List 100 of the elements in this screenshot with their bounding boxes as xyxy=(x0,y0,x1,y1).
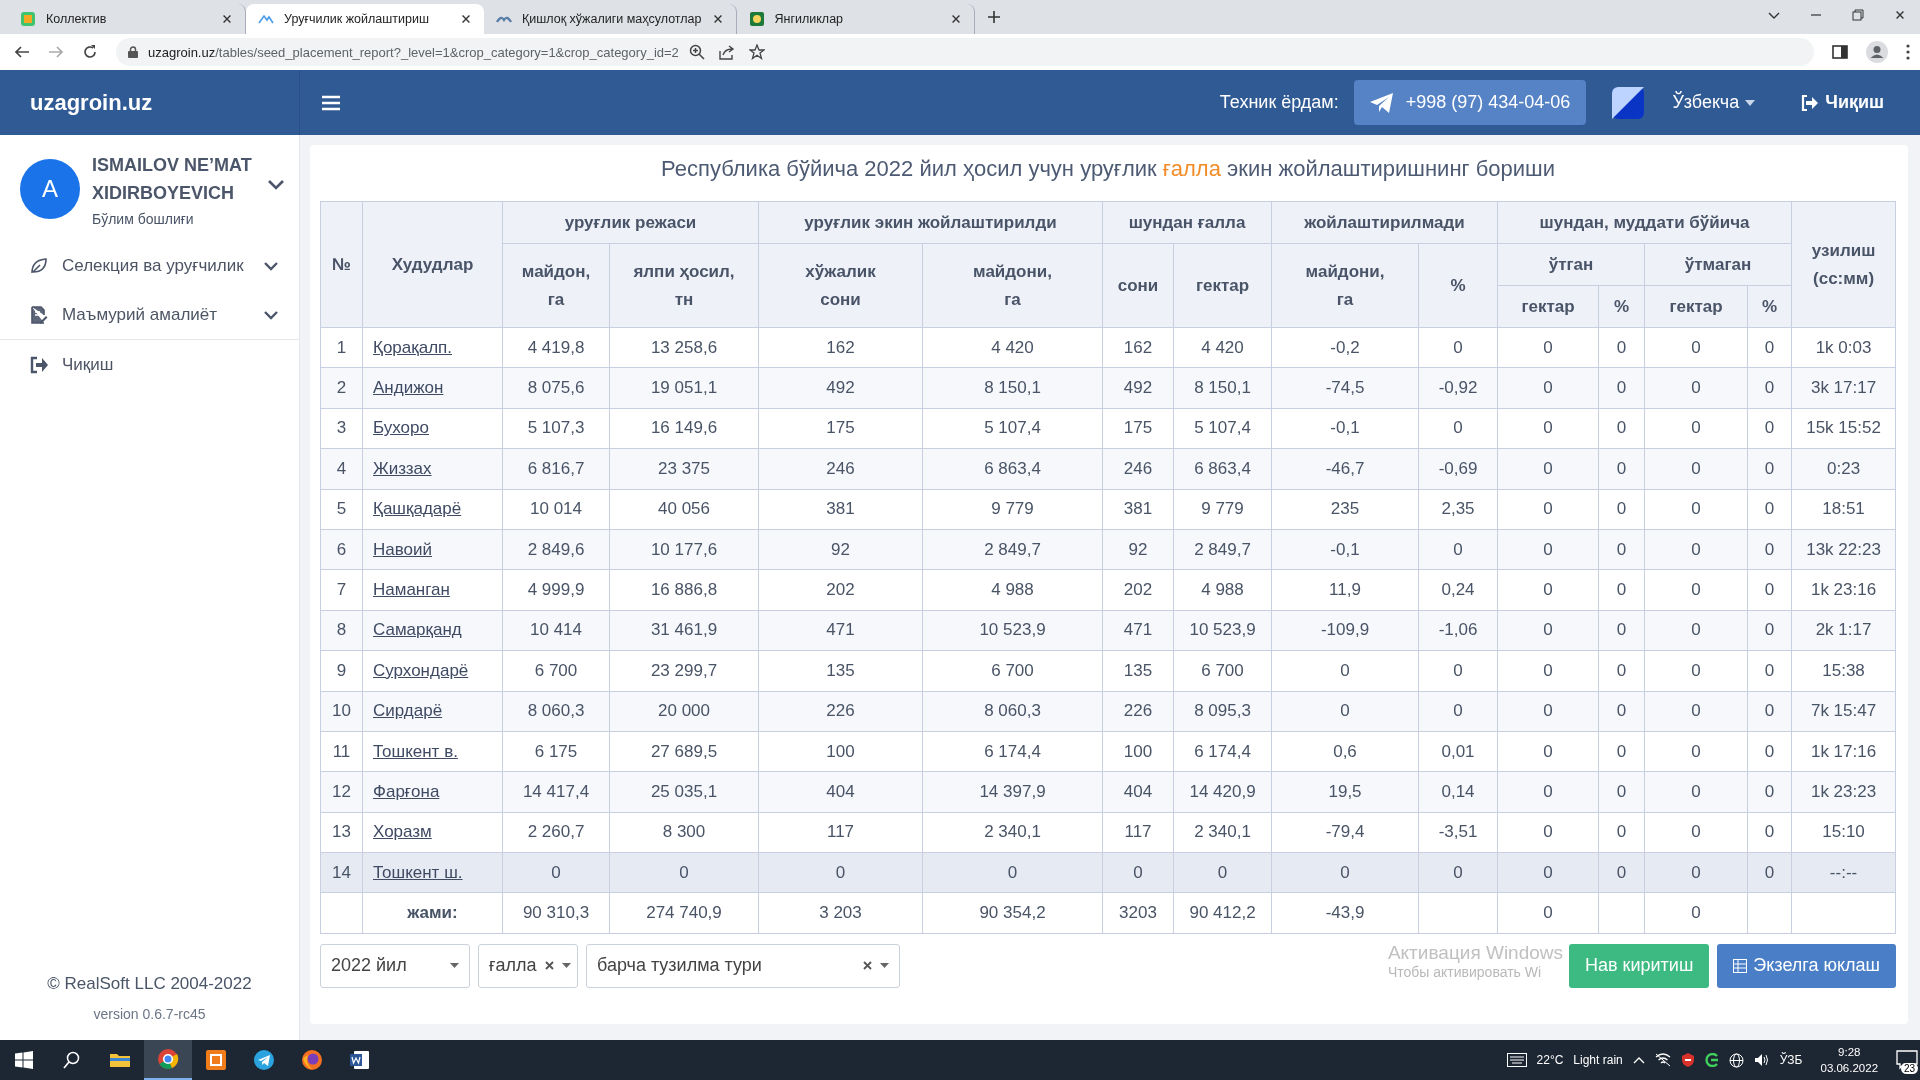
row-number: 12 xyxy=(320,771,363,813)
table-cell: 2k 1:17 xyxy=(1791,610,1896,651)
filter-select[interactable]: 2022 йил xyxy=(320,943,470,988)
copyright-text: © RealSoft LLC 2004-2022 xyxy=(46,974,253,994)
table-cell: -0,1 xyxy=(1271,529,1419,570)
tab-favicon xyxy=(748,11,765,27)
table-cell: 0 xyxy=(1497,812,1599,853)
row-number: 9 xyxy=(320,650,363,691)
clock[interactable]: 9:28 03.06.2022 xyxy=(1820,1044,1879,1076)
support-label: Техник ёрдам: xyxy=(1219,92,1339,113)
table-cell: 117 xyxy=(1102,812,1174,853)
region-link[interactable]: Жиззах xyxy=(373,458,432,478)
table-cell: -43,9 xyxy=(1271,892,1419,934)
temperature-text[interactable]: 22°C xyxy=(1536,1053,1564,1067)
more-icon[interactable] xyxy=(1906,44,1911,60)
table-cell: 492 xyxy=(1102,367,1174,409)
column-header: сони xyxy=(1102,243,1174,328)
sidebar-item[interactable]: Маъмурий амалиёт xyxy=(0,290,299,339)
shield-icon[interactable] xyxy=(1680,1053,1695,1067)
chevron-up-icon[interactable] xyxy=(1632,1056,1645,1064)
table-cell: 226 xyxy=(1102,691,1174,732)
table-cell: 0 xyxy=(1644,367,1748,409)
star-icon[interactable] xyxy=(748,44,765,60)
table-cell: 11,9 xyxy=(1271,569,1419,611)
back-icon[interactable] xyxy=(14,44,30,60)
browser-tab[interactable]: Уруғчилик жойлаштириш xyxy=(246,4,484,34)
globe-icon[interactable] xyxy=(1728,1052,1744,1068)
close-icon[interactable] xyxy=(460,13,472,25)
address-bar[interactable]: uzagroin.uz/tables/seed_placement_report?_level=1&crop_category=1&crop_category_id=2 xyxy=(116,38,1815,66)
input-language[interactable]: ЎЗБ xyxy=(1779,1053,1803,1067)
table-cell: 8 095,3 xyxy=(1173,691,1272,732)
table-cell: --:-- xyxy=(1791,852,1896,893)
table-cell: 4 420 xyxy=(922,327,1103,368)
side-panel-icon[interactable] xyxy=(1832,44,1849,60)
language-selector[interactable]: Ўзбекча xyxy=(1672,92,1756,113)
logout-icon xyxy=(30,355,48,374)
table-cell: 10 414 xyxy=(502,610,610,651)
table-cell: 0 xyxy=(1747,569,1792,611)
table-cell: 0 xyxy=(1497,650,1599,691)
sidebar-item[interactable]: Селекция ва уруғчилик xyxy=(0,241,299,290)
table-cell: 0 xyxy=(1598,408,1645,449)
table-cell: -0,92 xyxy=(1418,367,1498,409)
menu-icon[interactable] xyxy=(322,94,340,111)
table-cell: 0 xyxy=(1497,327,1599,368)
table-cell: 2 340,1 xyxy=(922,812,1103,853)
volume-icon[interactable] xyxy=(1753,1053,1770,1067)
table-cell: 0 xyxy=(1644,852,1748,893)
table-cell: 6 863,4 xyxy=(1173,448,1272,490)
search-icon[interactable] xyxy=(63,1051,81,1069)
row-number: 6 xyxy=(320,529,363,570)
table-cell: 162 xyxy=(1102,327,1174,368)
windows-icon[interactable] xyxy=(15,1051,33,1069)
filter-select[interactable]: ғалла xyxy=(478,943,578,988)
caret-icon xyxy=(880,963,889,969)
table-cell: 20 000 xyxy=(609,691,759,732)
table-cell: 2,35 xyxy=(1418,489,1498,530)
table-cell: 31 461,9 xyxy=(609,610,759,651)
share-icon[interactable] xyxy=(718,44,735,60)
weather-text[interactable]: Light rain xyxy=(1573,1053,1623,1067)
taskbar-word-icon[interactable] xyxy=(349,1049,371,1071)
taskbar-browser-icon[interactable] xyxy=(157,1048,179,1070)
table-cell: 40 056 xyxy=(609,489,759,530)
profile-icon[interactable] xyxy=(1866,41,1889,63)
table-cell: 0 xyxy=(1747,852,1792,893)
user-avatar[interactable]: A xyxy=(20,159,80,219)
table-cell: 0 xyxy=(1497,569,1599,611)
table-cell: 381 xyxy=(1102,489,1174,530)
app-tray-icon[interactable] xyxy=(1704,1053,1719,1067)
table-cell: 0 xyxy=(1598,771,1645,813)
chevron-down-icon[interactable] xyxy=(267,179,285,191)
column-header: узилиш (сс:мм) xyxy=(1791,201,1896,328)
table-cell: 0 xyxy=(1497,691,1599,732)
zoom-icon[interactable] xyxy=(688,44,705,60)
user-name: ISMAILOV NE’MAT XIDIRBOYEVICH xyxy=(92,154,253,205)
keyboard-icon[interactable] xyxy=(1506,1053,1527,1067)
taskbar-telegram-icon[interactable] xyxy=(253,1049,275,1071)
sidebar-item[interactable]: Чиқиш xyxy=(0,340,299,389)
table-cell: 274 740,9 xyxy=(609,892,759,934)
column-header: майдони, га xyxy=(922,243,1103,328)
activation-title: Активация Windows xyxy=(1387,941,1564,964)
filter-select[interactable]: барча тузилма тури xyxy=(586,943,900,988)
phone-button[interactable]: +998 (97) 434-04-06 xyxy=(1353,80,1587,125)
network-icon[interactable] xyxy=(1654,1053,1671,1067)
clear-icon[interactable] xyxy=(863,961,872,971)
export-button[interactable]: Экзелга юклаш xyxy=(1717,943,1897,988)
region-link[interactable]: Бухоро xyxy=(373,418,429,438)
table-cell: -3,51 xyxy=(1418,812,1498,853)
table-cell: 0 xyxy=(1418,327,1498,368)
clear-icon[interactable] xyxy=(544,961,554,971)
close-icon[interactable] xyxy=(221,13,233,25)
taskbar-firefox-icon[interactable] xyxy=(301,1049,323,1071)
reload-icon[interactable] xyxy=(82,44,98,60)
logout-link[interactable]: Чиқиш xyxy=(1801,92,1885,113)
activation-text: Чтобы активировать Wi xyxy=(1387,963,1543,980)
taskbar-app-icon[interactable] xyxy=(205,1049,227,1071)
app-logo-icon[interactable] xyxy=(1612,86,1645,119)
restore-icon[interactable] xyxy=(1852,9,1865,21)
report-title: Республика бўйича 2022 йил ҳосил учун уруғлик ғалла экин жойлаштиришнинг бориши xyxy=(660,157,1556,183)
new-tab-icon[interactable] xyxy=(986,10,1001,24)
table-cell: 0 xyxy=(1747,529,1792,570)
